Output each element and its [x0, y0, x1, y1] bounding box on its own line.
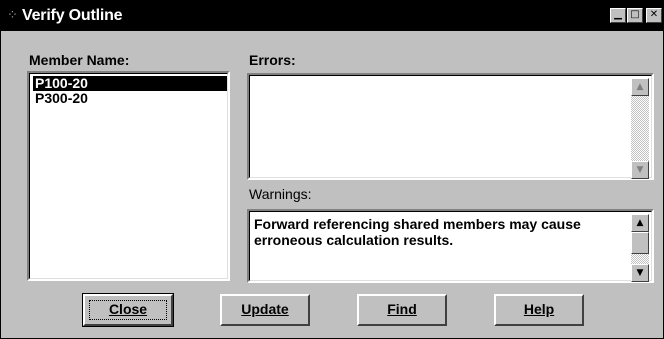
update-button[interactable]: Update [220, 294, 310, 326]
close-button-focus [89, 300, 167, 320]
member-list-item[interactable]: P100-20 [33, 76, 227, 91]
errors-scroll-up-icon[interactable]: ▲ [631, 78, 649, 96]
member-list-item[interactable]: P300-20 [33, 91, 90, 106]
warnings-scroll-up-icon[interactable]: ▲ [631, 214, 649, 232]
errors-label: Errors: [249, 52, 296, 68]
warnings-scrollbar[interactable]: ▲ ▼ [631, 214, 649, 282]
errors-box[interactable]: ▲ ▼ [247, 73, 654, 180]
find-button-label: Find [387, 301, 417, 317]
maximize-button[interactable]: □ [627, 8, 643, 23]
window-title: Verify Outline [22, 7, 123, 24]
errors-box-inner: ▲ ▼ [249, 75, 652, 179]
update-button-label: Update [241, 301, 289, 317]
warnings-label: Warnings: [249, 186, 312, 202]
warnings-box[interactable]: Forward referencing shared members may c… [247, 209, 654, 283]
warnings-text: Forward referencing shared members may c… [254, 216, 581, 248]
warnings-scroll-thumb[interactable] [631, 232, 649, 254]
close-button[interactable]: Close [82, 293, 174, 327]
verify-outline-window: ⁘ Verify Outline ▁ □ ✕ Member Name: P100… [0, 0, 664, 339]
member-name-label-text: Member Name: [29, 52, 130, 68]
member-name-list-inner: P100-20 P300-20 [29, 73, 228, 279]
member-name-list[interactable]: P100-20 P300-20 [27, 71, 230, 281]
close-window-button[interactable]: ✕ [646, 8, 662, 23]
title-bar[interactable]: ⁘ Verify Outline ▁ □ ✕ [1, 1, 663, 31]
warnings-scroll-down-icon[interactable]: ▼ [631, 264, 649, 282]
help-button-label: Help [523, 301, 555, 317]
find-button[interactable]: Find [357, 294, 447, 326]
app-icon[interactable]: ⁘ [7, 8, 21, 24]
member-name-label: Member Name: [29, 52, 129, 69]
help-button[interactable]: Help [494, 294, 584, 326]
errors-scroll-down-icon[interactable]: ▼ [631, 161, 649, 179]
warnings-box-inner: Forward referencing shared members may c… [249, 211, 652, 282]
minimize-button[interactable]: ▁ [610, 8, 626, 23]
errors-scrollbar[interactable]: ▲ ▼ [631, 78, 649, 179]
